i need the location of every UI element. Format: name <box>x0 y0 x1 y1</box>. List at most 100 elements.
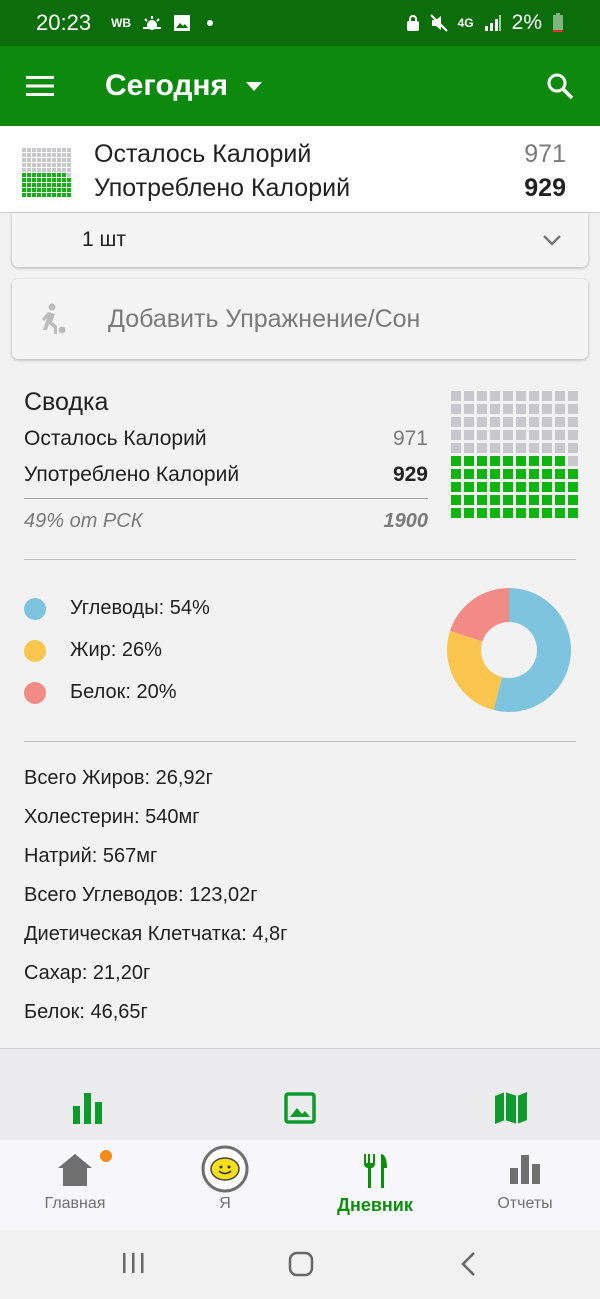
nutrient-row: Холестерин: 540мг <box>24 806 200 828</box>
waffle-cell <box>67 158 71 162</box>
waffle-cell <box>42 148 46 152</box>
battery-percent: 2% <box>511 11 542 34</box>
summary-remaining-row: Осталось Калорий 971 <box>24 427 428 451</box>
waffle-cell <box>27 158 31 162</box>
waffle-cell <box>57 153 61 157</box>
waffle-cell <box>568 404 578 414</box>
waffle-cell <box>42 168 46 172</box>
waffle-cell <box>57 188 61 192</box>
fat-color-dot <box>24 639 46 662</box>
waffle-cell <box>67 178 71 182</box>
tab-reports[interactable]: Отчеты <box>450 1140 600 1230</box>
waffle-cell <box>32 188 36 192</box>
waffle-cell <box>52 188 56 192</box>
reports-icon <box>510 1155 540 1184</box>
waffle-cell <box>529 430 539 440</box>
battery-icon <box>553 13 563 32</box>
date-selector[interactable]: Сегодня <box>105 69 263 103</box>
waffle-cell <box>52 158 56 162</box>
tab-home[interactable]: Главная <box>0 1140 150 1230</box>
divider <box>24 559 576 560</box>
waffle-cell <box>451 417 461 427</box>
waffle-cell <box>503 430 513 440</box>
caret-down-icon <box>246 81 263 91</box>
waffle-cell <box>503 443 513 453</box>
waffle-cell <box>67 148 71 152</box>
running-icon <box>42 303 66 334</box>
waffle-cell <box>22 168 26 172</box>
waffle-cell <box>22 158 26 162</box>
recent-apps-icon[interactable] <box>120 1250 146 1276</box>
waffle-cell <box>32 168 36 172</box>
waffle-cell <box>62 188 66 192</box>
waffle-cell <box>464 391 474 401</box>
waffle-cell <box>542 430 552 440</box>
map-icon[interactable] <box>491 1088 531 1128</box>
calorie-summary-bar: Осталось Калорий 971 Употреблено Калорий… <box>0 126 600 213</box>
add-exercise-button[interactable]: Добавить Упражнение/Сон <box>12 279 588 359</box>
home-button-icon[interactable] <box>287 1250 315 1278</box>
waffle-cell <box>67 153 71 157</box>
weather-icon <box>143 16 162 30</box>
tab-diary[interactable]: Дневник <box>300 1140 450 1230</box>
waffle-cell <box>555 417 565 427</box>
waffle-cell <box>555 404 565 414</box>
bar-chart-icon[interactable] <box>68 1088 108 1128</box>
waffle-cell <box>52 148 56 152</box>
waffle-cell <box>568 508 578 518</box>
waffle-cell <box>62 153 66 157</box>
waffle-cell <box>568 456 578 466</box>
tab-label: Главная <box>44 1195 106 1212</box>
rsk-value: 1900 <box>383 510 429 532</box>
waffle-cell <box>516 482 526 492</box>
waffle-cell <box>37 158 41 162</box>
status-time: 20:23 <box>36 10 92 35</box>
search-button[interactable] <box>520 46 600 126</box>
waffle-cell <box>490 469 500 479</box>
lock-icon <box>406 15 419 31</box>
waffle-cell <box>62 183 66 187</box>
waffle-cell <box>57 178 61 182</box>
waffle-cell <box>555 430 565 440</box>
waffle-cell <box>516 495 526 505</box>
notification-badge <box>100 1150 112 1162</box>
macro-label: Белок: 20% <box>70 681 177 703</box>
remaining-label: Осталось Калорий <box>94 140 312 168</box>
waffle-cell <box>477 482 487 492</box>
summary-title: Сводка <box>24 388 109 416</box>
rsk-row: 49% от РСК 1900 <box>24 510 428 533</box>
donut-slice-fat <box>447 630 503 711</box>
remaining-value: 971 <box>524 140 566 168</box>
waffle-cell <box>490 495 500 505</box>
consumed-label: Употреблено Калорий <box>94 174 351 202</box>
waffle-cell <box>477 417 487 427</box>
waffle-cell <box>529 495 539 505</box>
system-navigation-bar <box>0 1230 600 1299</box>
waffle-cell <box>464 495 474 505</box>
back-icon[interactable] <box>458 1250 480 1278</box>
waffle-cell <box>490 391 500 401</box>
waffle-cell <box>477 469 487 479</box>
waffle-cell <box>555 443 565 453</box>
bottom-tab-bar: Главная Я Дневник Отчеты <box>0 1140 600 1230</box>
waffle-cell <box>22 188 26 192</box>
waffle-cell <box>37 163 41 167</box>
waffle-cell <box>490 456 500 466</box>
waffle-cell <box>490 417 500 427</box>
menu-button[interactable] <box>0 46 80 126</box>
divider <box>24 741 576 742</box>
serving-selector[interactable]: 1 шт <box>12 213 588 267</box>
waffle-cell <box>464 456 474 466</box>
waffle-cell <box>57 168 61 172</box>
waffle-cell <box>555 482 565 492</box>
waffle-cell <box>516 508 526 518</box>
image-icon[interactable] <box>280 1088 320 1128</box>
tab-me[interactable]: Я <box>150 1140 300 1230</box>
summary-remaining-label: Осталось Калорий <box>24 427 207 450</box>
waffle-cell <box>27 178 31 182</box>
macro-donut-chart <box>447 588 571 712</box>
macro-protein: Белок: 20% <box>24 681 177 704</box>
waffle-cell <box>32 163 36 167</box>
waffle-cell <box>37 183 41 187</box>
waffle-cell <box>568 417 578 427</box>
